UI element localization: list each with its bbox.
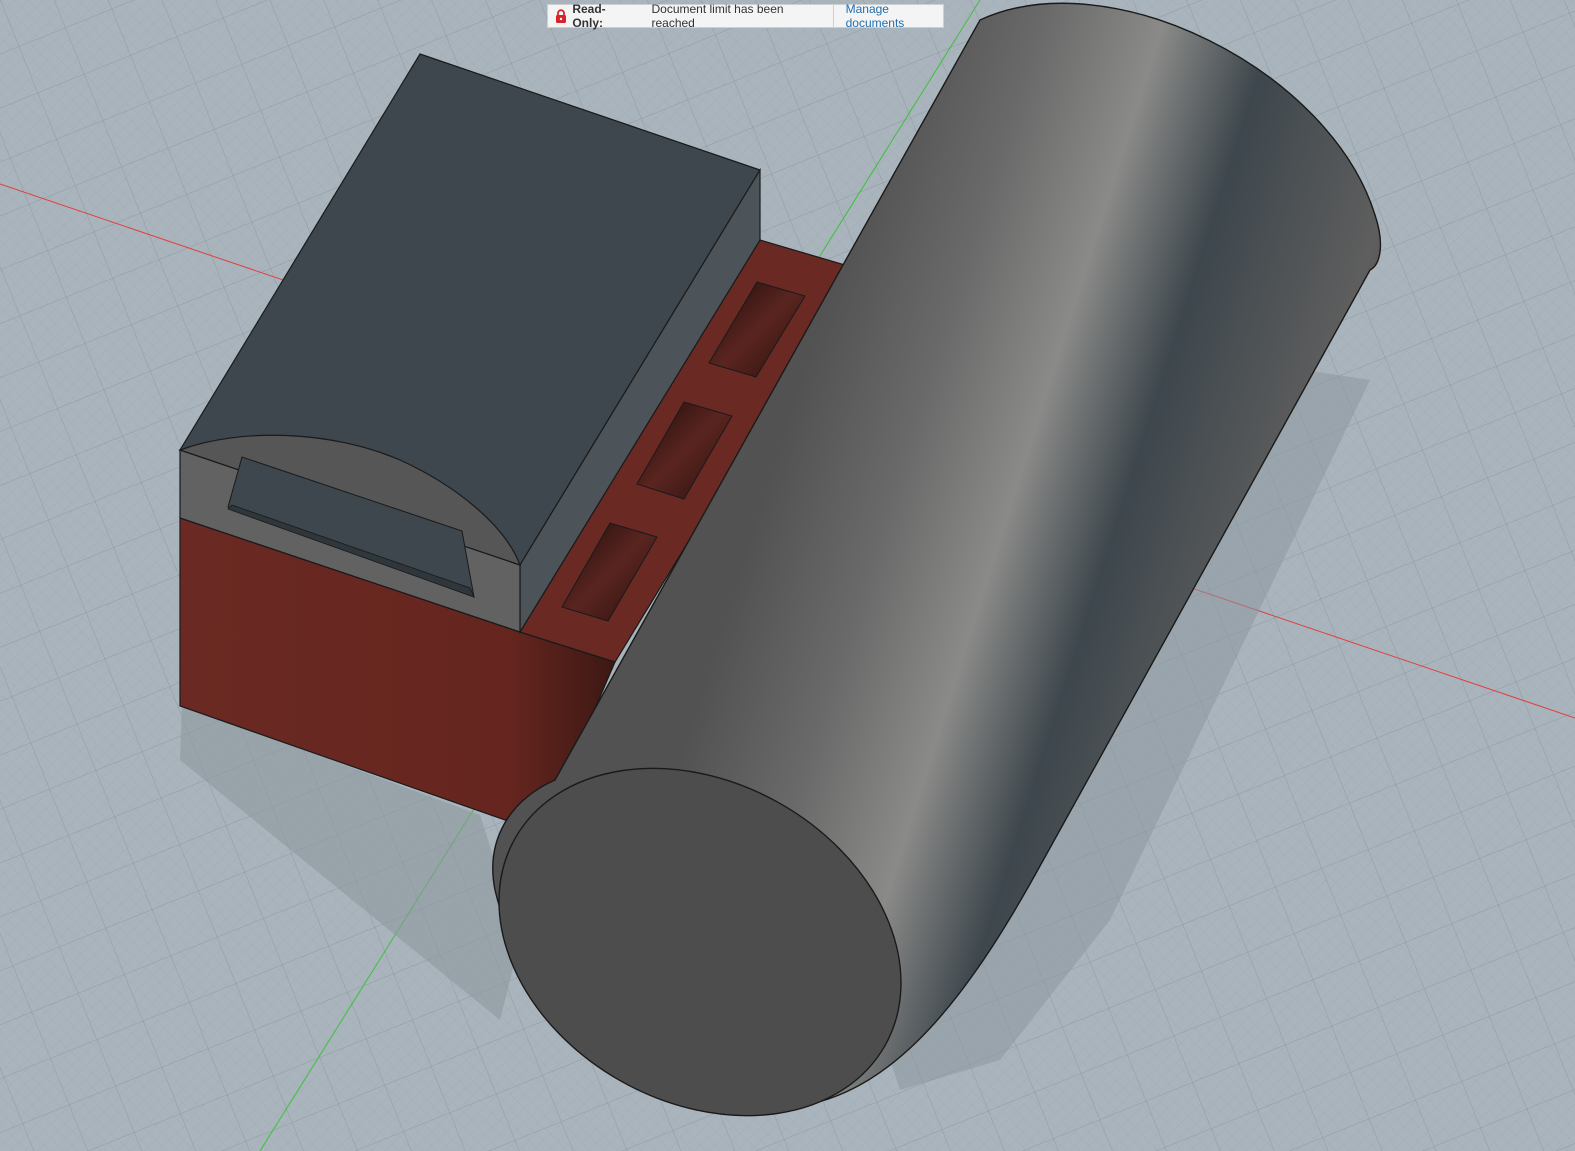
read-only-label: Read-Only: <box>572 2 606 30</box>
document-limit-message: Document limit has been reached <box>651 2 784 30</box>
read-only-banner: Read-Only: Document limit has been reach… <box>547 2 944 30</box>
manage-documents-link[interactable]: Manage documents <box>846 2 943 30</box>
3d-viewport[interactable] <box>0 0 1575 1151</box>
lock-icon <box>551 9 571 23</box>
banner-divider <box>832 5 834 27</box>
